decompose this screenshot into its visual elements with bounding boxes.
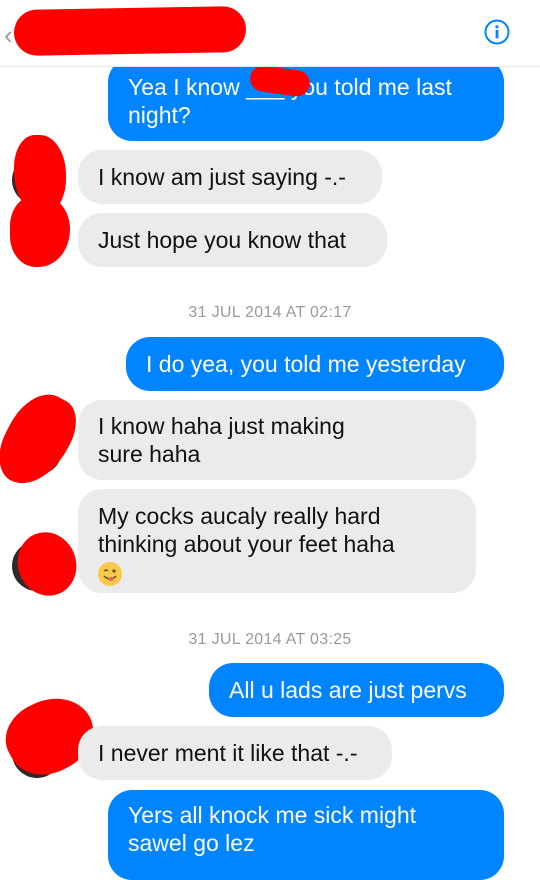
chevron-left-icon[interactable]: ‹: [4, 20, 13, 51]
message-text: My cocks aucaly really hard thinking abo…: [98, 503, 395, 557]
conversation-header: ‹: [0, 0, 540, 67]
message-text: I never ment it like that -.-: [98, 740, 358, 766]
incoming-message[interactable]: I never ment it like that -.-: [78, 726, 392, 780]
message-text: I do yea, you told me yesterday: [146, 351, 466, 377]
message-text: I know am just saying -.-: [98, 164, 346, 190]
redacted-avatar: [8, 524, 86, 604]
timestamp: 31 JUL 2014 AT 03:25: [188, 631, 352, 648]
message-text: I know haha just making sure haha: [98, 413, 345, 467]
outgoing-message[interactable]: Yers all knock me sick might sawel go le…: [108, 790, 504, 880]
incoming-message[interactable]: Just hope you know that: [78, 213, 387, 267]
incoming-message[interactable]: My cocks aucaly really hard thinking abo…: [78, 489, 476, 593]
outgoing-message[interactable]: Yea I know ___ you told me last night?: [108, 58, 504, 141]
redacted-contact-name[interactable]: [13, 5, 247, 57]
outgoing-message[interactable]: All u lads are just pervs: [209, 663, 504, 717]
info-icon[interactable]: [484, 19, 510, 45]
message-text: All u lads are just pervs: [229, 677, 467, 703]
redacted-avatar: [0, 383, 87, 497]
redacted-avatar: [10, 195, 70, 267]
message-text: Yers all knock me sick might sawel go le…: [128, 802, 417, 856]
winking-tongue-emoji-icon: [98, 562, 122, 586]
message-text: Just hope you know that: [98, 227, 347, 253]
incoming-message[interactable]: I know haha just making sure haha: [78, 400, 476, 480]
outgoing-message[interactable]: I do yea, you told me yesterday: [126, 337, 504, 391]
timestamp: 31 JUL 2014 AT 02:17: [188, 304, 352, 321]
incoming-message[interactable]: I know am just saying -.-: [78, 150, 382, 204]
